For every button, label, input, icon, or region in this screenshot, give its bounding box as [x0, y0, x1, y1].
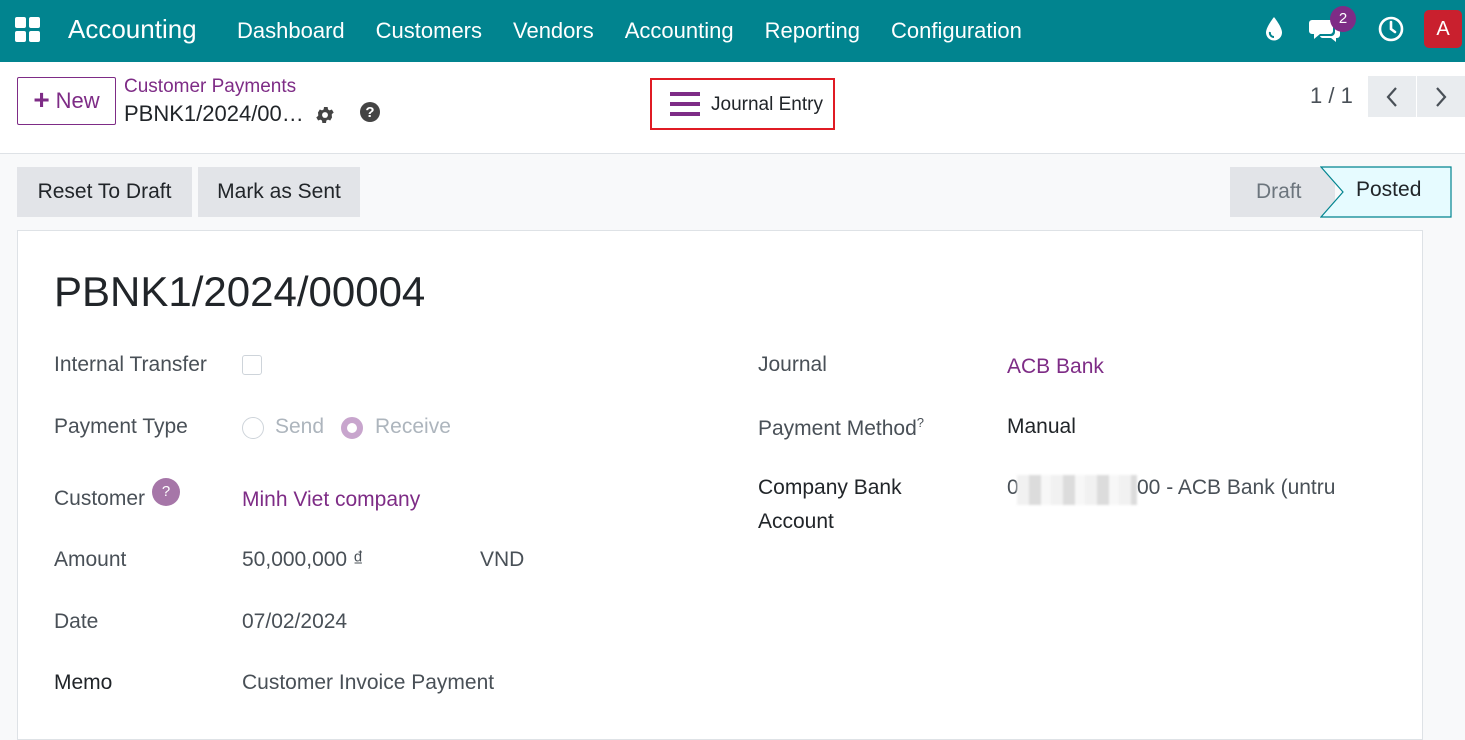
reset-to-draft-button[interactable]: Reset To Draft	[17, 167, 192, 217]
internal-transfer-checkbox[interactable]	[242, 355, 262, 375]
payment-type-send-label[interactable]: Send	[275, 415, 324, 439]
payment-method-value[interactable]: Manual	[1007, 415, 1076, 439]
amount-label: Amount	[54, 548, 127, 571]
company-bank-label-line1: Company Bank	[758, 476, 902, 499]
pager-next-button[interactable]	[1417, 76, 1465, 117]
company-bank-label-line2: Account	[758, 510, 834, 533]
app-name[interactable]: Accounting	[68, 13, 197, 45]
top-navbar: Accounting Dashboard Customers Vendors A…	[0, 0, 1465, 62]
journal-label: Journal	[758, 353, 827, 376]
breadcrumb-current: PBNK1/2024/00…	[124, 101, 304, 126]
journal-entry-label: Journal Entry	[711, 94, 823, 115]
clock-icon[interactable]	[1378, 16, 1404, 42]
stage-posted-label: Posted	[1356, 178, 1422, 201]
mark-as-sent-button[interactable]: Mark as Sent	[198, 167, 360, 217]
currency-value[interactable]: VND	[480, 548, 524, 572]
company-bank-value[interactable]: 00 - ACB Bank (untru	[1137, 476, 1339, 500]
customer-label: Customer	[54, 487, 146, 510]
internal-transfer-label: Internal Transfer	[54, 353, 207, 376]
menu-customers[interactable]: Customers	[376, 18, 482, 44]
stage-posted[interactable]: Posted	[1320, 166, 1452, 218]
payment-type-send-radio[interactable]	[242, 417, 264, 439]
record-title: PBNK1/2024/00004	[54, 268, 426, 315]
payment-type-receive-label[interactable]: Receive	[375, 415, 451, 439]
chevron-left-icon	[1386, 86, 1397, 107]
new-button[interactable]: + New	[17, 77, 116, 125]
payment-method-label-text: Payment Method	[758, 417, 917, 440]
menu-accounting[interactable]: Accounting	[625, 18, 734, 44]
plus-icon: +	[33, 83, 50, 115]
payment-type-receive-radio[interactable]	[341, 417, 363, 439]
pager-previous-button[interactable]	[1368, 76, 1416, 117]
gear-icon[interactable]	[314, 104, 336, 126]
main-menu: Dashboard Customers Vendors Accounting R…	[237, 0, 1053, 62]
payment-method-help[interactable]: ?	[917, 415, 924, 430]
menu-dashboard[interactable]: Dashboard	[237, 18, 345, 44]
amount-value[interactable]: 50,000,000 ₫	[242, 548, 364, 572]
menu-reporting[interactable]: Reporting	[765, 18, 860, 44]
pager-value[interactable]: 1 / 1	[1310, 83, 1353, 109]
menu-vendors[interactable]: Vendors	[513, 18, 594, 44]
new-button-label: New	[55, 88, 100, 113]
date-label: Date	[54, 610, 99, 633]
apps-grid-icon[interactable]	[14, 16, 42, 44]
hamburger-icon	[670, 92, 700, 116]
messages-count-badge: 2	[1330, 6, 1356, 32]
journal-entry-smart-button[interactable]: Journal Entry	[650, 78, 835, 130]
help-icon[interactable]: ?	[359, 101, 381, 123]
customer-value[interactable]: Minh Viet company	[242, 488, 420, 512]
date-value[interactable]: 07/02/2024	[242, 610, 347, 634]
memo-label: Memo	[54, 671, 113, 694]
customer-help-tooltip[interactable]: ?	[152, 478, 180, 506]
user-avatar[interactable]: A	[1424, 10, 1462, 48]
journal-value[interactable]: ACB Bank	[1007, 355, 1104, 379]
svg-text:?: ?	[365, 104, 374, 121]
menu-configuration[interactable]: Configuration	[891, 18, 1022, 44]
memo-value[interactable]: Customer Invoice Payment	[242, 671, 494, 695]
breadcrumb-parent[interactable]: Customer Payments	[124, 76, 296, 98]
payment-type-label: Payment Type	[54, 415, 188, 438]
payment-method-label: Payment Method?	[758, 415, 924, 441]
drop-icon[interactable]	[1264, 16, 1284, 42]
control-panel: + New Customer Payments PBNK1/2024/00… ?…	[0, 62, 1465, 154]
chevron-right-icon	[1436, 86, 1447, 107]
redacted-account-number	[1017, 475, 1137, 505]
